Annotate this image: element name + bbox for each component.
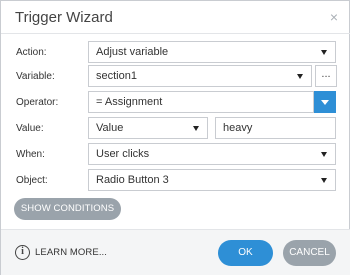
show-conditions-button[interactable]: SHOW CONDITIONS xyxy=(14,198,121,220)
value-text-input[interactable]: heavy xyxy=(215,117,336,139)
value-type-select-value: Value xyxy=(96,122,124,134)
when-label: When: xyxy=(16,149,45,160)
info-icon[interactable]: i xyxy=(15,245,30,260)
learn-more-link[interactable]: LEARN MORE... xyxy=(35,247,107,258)
dialog-title: Trigger Wizard xyxy=(15,9,113,26)
chevron-down-icon xyxy=(321,50,327,55)
action-select-value: Adjust variable xyxy=(96,46,169,58)
chevron-down-icon xyxy=(321,178,327,183)
chevron-down-icon xyxy=(297,74,303,79)
when-select[interactable]: User clicks xyxy=(88,143,336,165)
variable-label: Variable: xyxy=(16,71,55,82)
operator-select-value: = Assignment xyxy=(96,96,163,108)
ok-button[interactable]: OK xyxy=(218,240,273,266)
value-label: Value: xyxy=(16,123,44,134)
operator-select[interactable]: = Assignment xyxy=(88,91,314,113)
chevron-down-icon xyxy=(193,126,199,131)
trigger-wizard-dialog: Trigger Wizard × Action: Adjust variable… xyxy=(0,0,350,275)
action-label: Action: xyxy=(16,47,47,58)
object-select[interactable]: Radio Button 3 xyxy=(88,169,336,191)
variable-more-button[interactable]: ... xyxy=(315,65,337,87)
action-select[interactable]: Adjust variable xyxy=(88,41,336,63)
chevron-down-icon xyxy=(321,100,329,105)
value-type-select[interactable]: Value xyxy=(88,117,208,139)
close-icon[interactable]: × xyxy=(330,10,338,24)
chevron-down-icon xyxy=(321,152,327,157)
object-label: Object: xyxy=(16,175,48,186)
variable-select[interactable]: section1 xyxy=(88,65,312,87)
dialog-header: Trigger Wizard × xyxy=(1,1,350,34)
when-select-value: User clicks xyxy=(96,148,150,160)
dialog-footer: i LEARN MORE... OK CANCEL xyxy=(1,229,350,275)
operator-dropdown-button[interactable] xyxy=(314,91,336,113)
object-select-value: Radio Button 3 xyxy=(96,174,169,186)
operator-label: Operator: xyxy=(16,97,59,108)
variable-select-value: section1 xyxy=(96,70,137,82)
cancel-button[interactable]: CANCEL xyxy=(283,240,336,266)
